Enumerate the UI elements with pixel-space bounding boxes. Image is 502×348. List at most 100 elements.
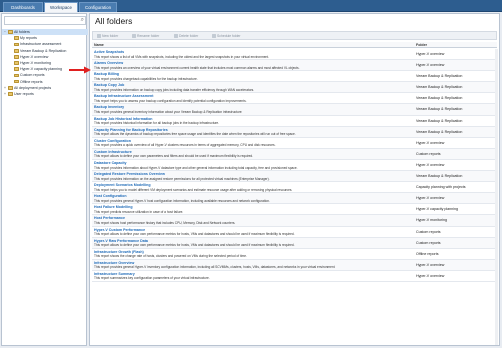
vertical-scrollbar[interactable] [495, 49, 498, 345]
table-row[interactable]: Custom Infrastructure This report allows … [92, 148, 497, 160]
report-name-link[interactable]: Hyper-V Raw Performance Data [94, 239, 148, 243]
table-row[interactable]: Alarms Overview This report provides an o… [92, 60, 497, 72]
report-name-link[interactable]: Deployment Scenarios Modelling [94, 183, 151, 187]
report-name-link[interactable]: Active Snapshots [94, 50, 124, 54]
report-description: This report provides general inventory i… [94, 110, 243, 115]
report-folder: Veeam Backup & Replication [416, 129, 463, 134]
report-name-link[interactable]: Backup Inventory [94, 105, 124, 109]
tab-workspace[interactable]: Workspace [44, 2, 78, 12]
table-row[interactable]: Host Configuration This report provides g… [92, 193, 497, 205]
report-description: This report provides information on back… [94, 87, 255, 92]
top-navigation-bar: Dashboards Workspace Configuration [0, 0, 502, 12]
table-row[interactable]: Delegated Restore Permissions Overview Th… [92, 171, 497, 183]
expand-toggle-icon[interactable]: + [4, 91, 6, 97]
table-row[interactable]: Datastore Capacity This report provides i… [92, 160, 497, 172]
report-folder: Veeam Backup & Replication [416, 118, 463, 123]
table-row[interactable]: Backup Billing This report provides charg… [92, 71, 497, 83]
rename-folder-button[interactable]: Rename folder [131, 33, 159, 39]
report-folder: Capacity planning with projects [416, 185, 466, 190]
table-row[interactable]: Capacity Planning for Backup Repositorie… [92, 126, 497, 138]
table-row[interactable]: Hyper-V Custom Performance This report al… [92, 227, 497, 238]
report-name-link[interactable]: Delegated Restore Permissions Overview [94, 172, 165, 176]
folder-icon [8, 92, 13, 96]
folder-icon [14, 36, 19, 41]
report-folder: Hyper-V overview [416, 52, 445, 56]
folder-icon [14, 79, 19, 84]
table-row[interactable]: Host Failure Modelling This report predic… [92, 204, 497, 216]
report-name-link[interactable]: Backup Billing [94, 72, 119, 76]
folder-icon [14, 73, 19, 78]
new-folder-button[interactable]: New folder [96, 33, 118, 39]
column-header-name[interactable]: Name [94, 42, 104, 48]
report-name-link[interactable]: Hyper-V Custom Performance [94, 228, 145, 232]
report-description: This report provides information about H… [94, 165, 298, 170]
tab-dashboards[interactable]: Dashboards [3, 2, 43, 12]
table-row[interactable]: Deployment Scenarios Modelling This repor… [92, 182, 497, 194]
delete-folder-button[interactable]: Delete folder [173, 33, 198, 39]
schedule-folder-button[interactable]: Schedule folder [211, 33, 241, 39]
search-icon[interactable]: ⌕ [81, 17, 84, 24]
schedule-icon [212, 34, 216, 38]
report-name-link[interactable]: Host Performance [94, 216, 125, 220]
report-description: This report shows a list of all VMs with… [94, 54, 270, 59]
delete-folder-label: Delete folder [179, 34, 199, 38]
report-folder: Veeam Backup & Replication [416, 174, 463, 179]
report-description: This report summarizes key configuration… [94, 276, 210, 281]
report-name-link[interactable]: Alarms Overview [94, 61, 123, 65]
report-description: This report allows to define your own pe… [94, 243, 295, 248]
tab-configuration[interactable]: Configuration [79, 2, 117, 12]
rename-icon [132, 34, 136, 38]
report-name-link[interactable]: Host Configuration [94, 194, 127, 198]
tree-item-label: User reports [14, 91, 34, 96]
folder-icon [14, 61, 19, 65]
report-name-link[interactable]: Backup Copy Job [94, 83, 124, 87]
delete-icon [174, 34, 178, 38]
table-row[interactable]: Active Snapshots This report shows a list… [92, 49, 497, 61]
report-folder: Hyper-V monitoring [416, 218, 447, 223]
table-row[interactable]: Infrastructure Overview This report provi… [92, 259, 497, 271]
report-name-link[interactable]: Custom Infrastructure [94, 150, 132, 154]
folder-icon [14, 54, 19, 59]
report-name-link[interactable]: Cluster Configuration [94, 139, 131, 143]
report-description: This report helps you to model different… [94, 187, 293, 192]
table-row[interactable]: Cluster Configuration This report provide… [92, 138, 497, 149]
report-description: This report shows host performance histo… [94, 221, 236, 225]
report-description: This report provides historical informat… [94, 121, 220, 126]
table-row[interactable]: Infrastructure Summary This report summar… [92, 271, 497, 282]
folder-icon [14, 67, 19, 72]
table-row[interactable]: Host Performance This report shows host p… [92, 215, 497, 227]
report-description: This report helps you to assess your bac… [94, 98, 247, 103]
report-name-link[interactable]: Datastore Capacity [94, 161, 127, 165]
folder-icon [14, 48, 19, 53]
report-description: This report provides an overview of your… [94, 65, 300, 70]
report-name-link[interactable]: Capacity Planning for Backup Repositorie… [94, 128, 168, 132]
report-folder: Hyper-V overview [416, 273, 445, 278]
report-name-link[interactable]: Host Failure Modelling [94, 205, 133, 209]
tree-item[interactable]: + User reports [2, 91, 88, 97]
table-row[interactable]: Hyper-V Raw Performance Data This report … [92, 237, 497, 249]
table-row[interactable]: Backup Copy Job This report provides info… [92, 82, 497, 94]
report-name-link[interactable]: Backup Job Historical Information [94, 117, 153, 121]
schedule-folder-label: Schedule folder [217, 34, 241, 38]
report-description: This report provides a quick overview of… [94, 143, 276, 148]
folder-toolbar: New folder Rename folder Delete folder S… [92, 31, 497, 40]
table-row[interactable]: Infrastructure Growth (Flash) This report… [92, 249, 497, 260]
table-row[interactable]: Backup Job Historical Information This re… [92, 116, 497, 127]
red-arrow-annotation [69, 66, 91, 74]
report-description: This report provides general Hyper-V hos… [94, 198, 270, 203]
table-row[interactable]: Backup Infrastructure Assessment This rep… [92, 93, 497, 105]
report-name-link[interactable]: Infrastructure Overview [94, 261, 134, 265]
report-name-link[interactable]: Backup Infrastructure Assessment [94, 94, 153, 98]
search-input[interactable]: ⌕ [4, 16, 86, 25]
folder-icon [8, 30, 13, 34]
page-title: All folders [95, 16, 133, 26]
report-folder: Hyper-V overview [416, 262, 445, 267]
folder-tree: − All folders My reports Infrastructure ass… [2, 29, 88, 97]
report-description: This report allows to define your own pe… [94, 232, 295, 237]
table-row[interactable]: Backup Inventory This report provides gen… [92, 104, 497, 116]
report-description: This report provides information on the … [94, 176, 270, 181]
report-name-link[interactable]: Infrastructure Growth (Flash) [94, 250, 144, 254]
report-name-link[interactable]: Infrastructure Summary [94, 272, 135, 276]
column-header-folder[interactable]: Folder [416, 42, 427, 48]
report-description: This report allows to define your own pa… [94, 154, 254, 159]
